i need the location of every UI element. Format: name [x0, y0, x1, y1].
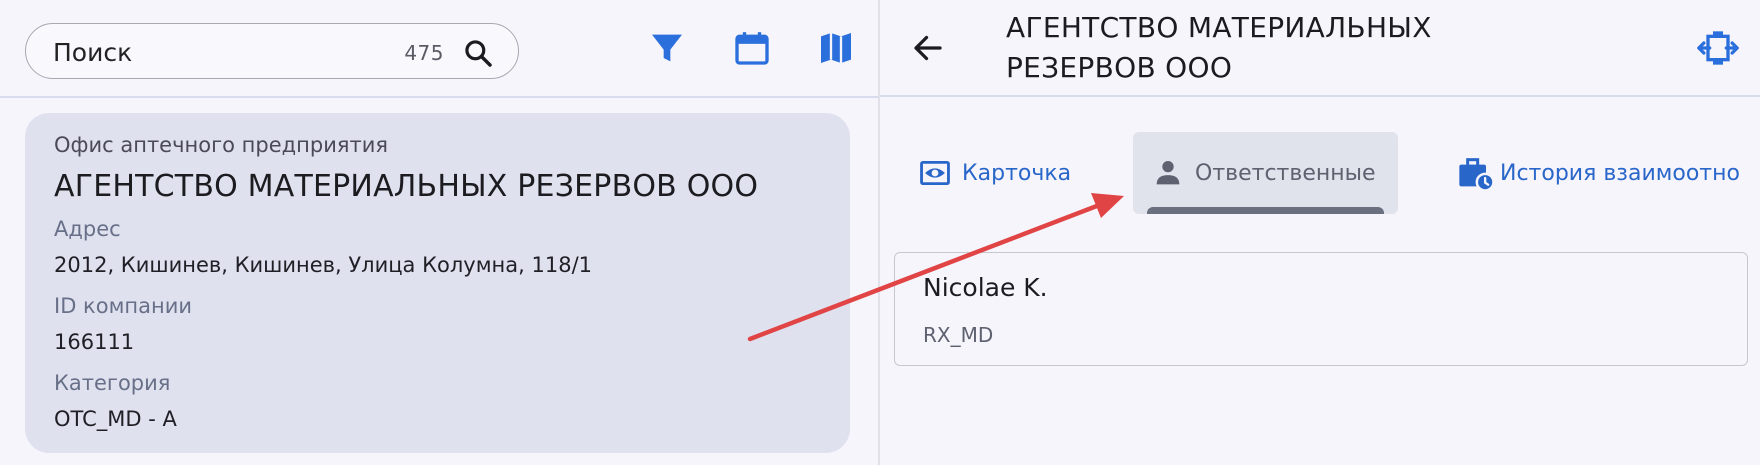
filter-icon[interactable]	[647, 28, 687, 68]
address-value: 2012, Кишинев, Кишинев, Улица Колумна, 1…	[54, 253, 593, 277]
responsible-role: RX_MD	[923, 323, 994, 347]
tab-history[interactable]: История взаимоотно	[1456, 132, 1760, 214]
responsible-name: Nicolae K.	[923, 273, 1048, 302]
detail-header: АГЕНТСТВО МАТЕРИАЛЬНЫХ РЕЗЕРВОВ ООО	[880, 0, 1760, 97]
list-toolbar: Поиск 475	[0, 0, 878, 98]
category-label: Категория	[54, 371, 171, 395]
expand-width-icon[interactable]	[1696, 28, 1740, 68]
search-input[interactable]: Поиск 475	[25, 23, 519, 79]
briefcase-clock-icon	[1459, 158, 1495, 192]
detail-pane: АГЕНТСТВО МАТЕРИАЛЬНЫХ РЕЗЕРВОВ ООО Карт…	[880, 0, 1760, 465]
company-type: Офис аптечного предприятия	[54, 133, 389, 157]
tab-card[interactable]: Карточка	[918, 132, 1098, 214]
category-value: OTC_MD - A	[54, 407, 177, 431]
company-id-label: ID компании	[54, 294, 193, 318]
back-arrow-icon[interactable]	[910, 30, 946, 66]
eye-icon	[920, 160, 950, 186]
result-count: 475	[404, 41, 444, 65]
tab-history-label: История взаимоотно	[1500, 160, 1740, 186]
detail-title-line2: РЕЗЕРВОВ ООО	[1006, 51, 1233, 84]
active-tab-indicator	[1147, 207, 1384, 214]
detail-title-line1: АГЕНТСТВО МАТЕРИАЛЬНЫХ	[1006, 11, 1432, 44]
tab-responsible-label: Ответственные	[1195, 160, 1376, 186]
company-card[interactable]: Офис аптечного предприятия АГЕНТСТВО МАТ…	[25, 113, 850, 453]
map-icon[interactable]	[816, 28, 856, 68]
app-root: Поиск 475 Офис аптечного предприятия АГЕ…	[0, 0, 1760, 465]
tab-card-label: Карточка	[962, 160, 1072, 186]
address-label: Адрес	[54, 217, 121, 241]
responsible-card[interactable]: Nicolae K. RX_MD	[894, 252, 1748, 366]
company-name: АГЕНТСТВО МАТЕРИАЛЬНЫХ РЕЗЕРВОВ ООО	[54, 169, 759, 204]
search-icon[interactable]	[462, 37, 494, 69]
tab-responsible[interactable]: Ответственные	[1133, 132, 1398, 214]
search-placeholder: Поиск	[53, 38, 133, 67]
person-icon	[1156, 160, 1180, 185]
calendar-icon[interactable]	[732, 28, 772, 68]
detail-title: АГЕНТСТВО МАТЕРИАЛЬНЫХ РЕЗЕРВОВ ООО	[1006, 8, 1566, 88]
list-pane: Поиск 475 Офис аптечного предприятия АГЕ…	[0, 0, 878, 465]
company-id-value: 166111	[54, 330, 135, 354]
